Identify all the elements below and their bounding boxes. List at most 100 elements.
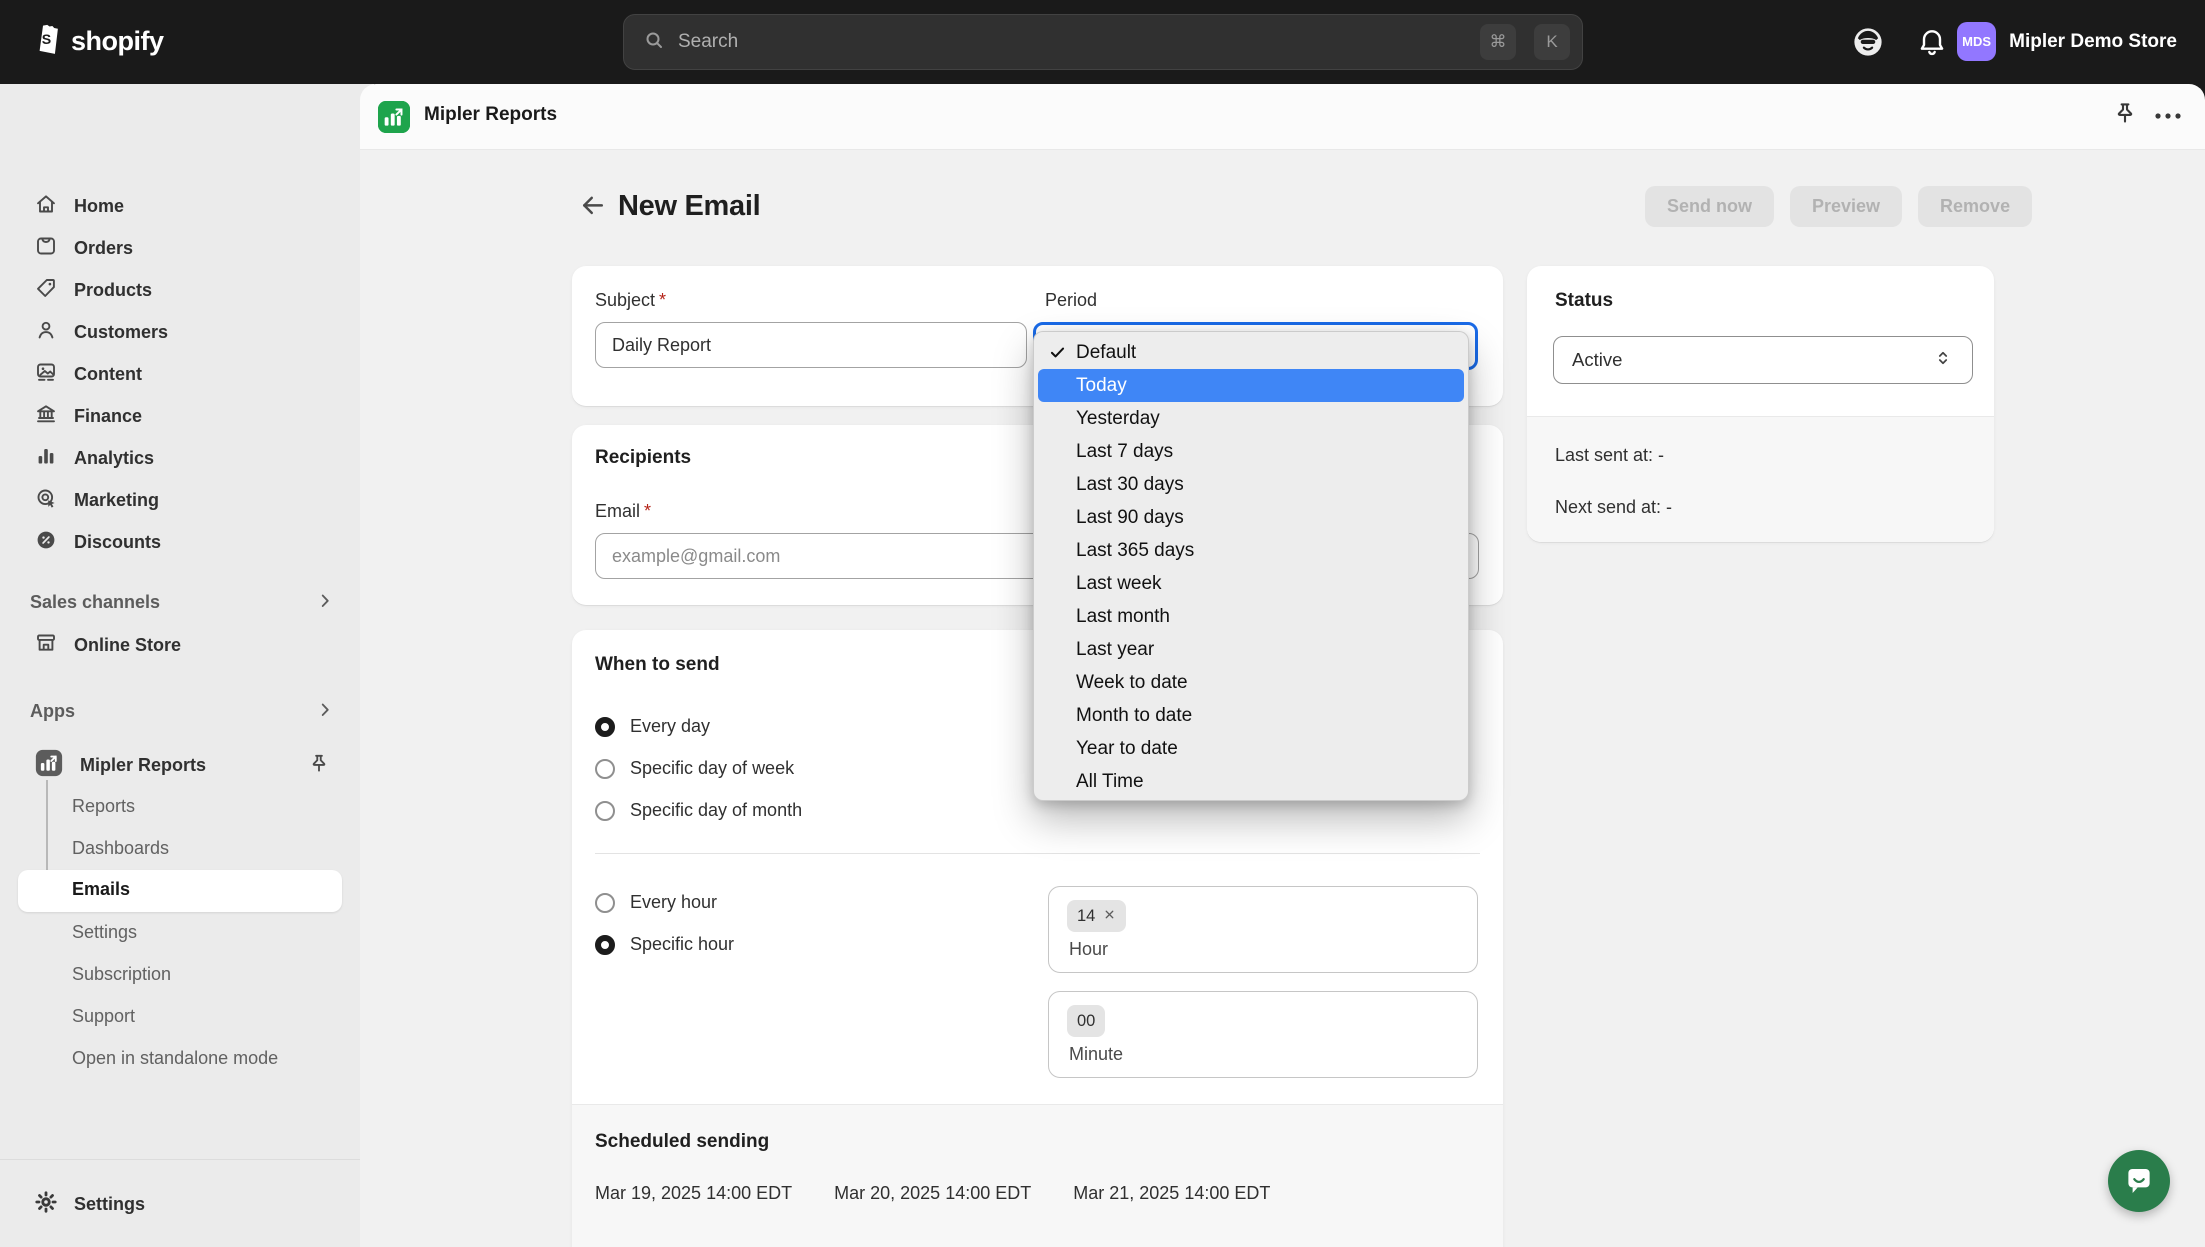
page-title: New Email [618, 190, 760, 223]
period-option-last-week[interactable]: Last week [1038, 567, 1464, 600]
period-dropdown: Default Today Yesterday Last 7 days Last… [1033, 331, 1469, 801]
period-option-last-month[interactable]: Last month [1038, 600, 1464, 633]
home-icon [34, 192, 58, 221]
shopify-logo: S shopify [28, 20, 164, 63]
radio-off-icon [595, 801, 615, 821]
divider [595, 853, 1480, 854]
svg-text:S: S [42, 32, 51, 48]
period-option-all-time[interactable]: All Time [1038, 765, 1464, 798]
screen: S shopify ⌘ K MDS Mipler Demo Store Home [0, 0, 2205, 1247]
bank-icon [34, 402, 58, 431]
sidekick-icon[interactable] [1849, 23, 1887, 61]
radio-specific-hour[interactable]: Specific hour [595, 934, 734, 955]
sidebar-subitem-emails[interactable]: Emails [18, 870, 342, 912]
status-select[interactable]: Active [1553, 336, 1973, 384]
sidebar-subitem-reports[interactable]: Reports [72, 796, 135, 817]
search-input[interactable] [678, 31, 1462, 53]
sidebar-item-content[interactable]: Content [12, 353, 348, 395]
sidebar-item-analytics[interactable]: Analytics [12, 437, 348, 479]
topbar: S shopify ⌘ K MDS Mipler Demo Store [0, 0, 2205, 84]
minute-field[interactable]: 00 Minute [1048, 991, 1478, 1078]
subject-input[interactable] [595, 322, 1027, 368]
send-now-button[interactable]: Send now [1645, 186, 1774, 227]
period-option-last-365-days[interactable]: Last 365 days [1038, 534, 1464, 567]
status-title: Status [1555, 290, 1613, 312]
when-to-send-title: When to send [595, 654, 720, 676]
person-icon [34, 318, 58, 347]
chevron-right-icon[interactable] [314, 699, 336, 726]
pin-icon[interactable] [2110, 100, 2140, 135]
chat-widget-button[interactable] [2108, 1150, 2170, 1212]
period-option-week-to-date[interactable]: Week to date [1038, 666, 1464, 699]
period-option-last-90-days[interactable]: Last 90 days [1038, 501, 1464, 534]
sidebar-item-finance[interactable]: Finance [12, 395, 348, 437]
sidebar-subitem-support[interactable]: Support [72, 1006, 135, 1027]
sidebar-item-discounts[interactable]: Discounts [12, 521, 348, 563]
close-icon[interactable] [1103, 907, 1116, 926]
back-button[interactable] [578, 186, 612, 226]
period-option-today[interactable]: Today [1038, 369, 1464, 402]
sidebar-subitem-dashboards[interactable]: Dashboards [72, 838, 169, 859]
gear-icon [34, 1190, 58, 1219]
shopify-bag-icon: S [28, 20, 62, 63]
minute-field-label: Minute [1069, 1044, 1123, 1065]
last-sent-text: Last sent at: - [1555, 445, 1664, 466]
radio-specific-day-of-month[interactable]: Specific day of month [595, 800, 802, 821]
period-option-last-30-days[interactable]: Last 30 days [1038, 468, 1464, 501]
scheduled-date: Mar 19, 2025 14:00 EDT [595, 1183, 792, 1204]
sidebar-item-settings[interactable]: Settings [12, 1183, 348, 1225]
sidebar-item-online-store[interactable]: Online Store [12, 624, 348, 666]
radio-off-icon [595, 893, 615, 913]
select-chevrons-icon [1932, 347, 1954, 374]
hour-tag: 14 [1067, 900, 1126, 932]
store-avatar: MDS [1957, 22, 1996, 61]
period-option-last-year[interactable]: Last year [1038, 633, 1464, 666]
apps-header[interactable]: Apps [30, 701, 75, 722]
sidebar-item-orders[interactable]: Orders [12, 227, 348, 269]
radio-every-hour[interactable]: Every hour [595, 892, 717, 913]
orders-icon [34, 234, 58, 263]
search-icon [642, 28, 666, 57]
percent-badge-icon [34, 528, 58, 557]
sidebar-subitem-subscription[interactable]: Subscription [72, 964, 171, 985]
period-option-year-to-date[interactable]: Year to date [1038, 732, 1464, 765]
notifications-bell-icon[interactable] [1913, 23, 1951, 61]
preview-button[interactable]: Preview [1790, 186, 1902, 227]
next-send-text: Next send at: - [1555, 497, 1672, 518]
shopify-wordmark: shopify [71, 26, 164, 57]
sales-channels-header[interactable]: Sales channels [30, 592, 160, 613]
radio-every-day[interactable]: Every day [595, 716, 710, 737]
account-menu[interactable]: MDS Mipler Demo Store [1957, 22, 2177, 61]
sidebar-item-marketing[interactable]: Marketing [12, 479, 348, 521]
sidebar-subitem-open-standalone[interactable]: Open in standalone mode [72, 1048, 278, 1069]
kbd-cmd: ⌘ [1480, 24, 1516, 60]
hour-field[interactable]: 14 Hour [1048, 886, 1478, 973]
minute-tag: 00 [1067, 1005, 1105, 1037]
bar-chart-icon [34, 444, 58, 473]
period-option-month-to-date[interactable]: Month to date [1038, 699, 1464, 732]
sidebar-item-home[interactable]: Home [12, 185, 348, 227]
radio-on-icon [595, 717, 615, 737]
global-search[interactable]: ⌘ K [623, 14, 1583, 70]
radio-specific-day-of-week[interactable]: Specific day of week [595, 758, 794, 779]
app-header [360, 84, 2205, 150]
sidebar-subitem-settings[interactable]: Settings [72, 922, 137, 943]
status-card-footer: Last sent at: - Next send at: - [1527, 416, 1994, 542]
remove-button[interactable]: Remove [1918, 186, 2032, 227]
period-option-default[interactable]: Default [1038, 336, 1464, 369]
radio-off-icon [595, 759, 615, 779]
radio-on-icon [595, 935, 615, 955]
sidebar-item-products[interactable]: Products [12, 269, 348, 311]
hour-field-label: Hour [1069, 939, 1108, 960]
scheduled-date: Mar 21, 2025 14:00 EDT [1073, 1183, 1270, 1204]
subject-label: Subject* [595, 290, 666, 311]
sidebar-footer: Settings [0, 1159, 374, 1247]
more-menu-icon[interactable] [2152, 108, 2184, 129]
target-icon [34, 486, 58, 515]
chevron-right-icon[interactable] [314, 590, 336, 617]
period-option-last-7-days[interactable]: Last 7 days [1038, 435, 1464, 468]
sidebar-item-customers[interactable]: Customers [12, 311, 348, 353]
pin-icon[interactable] [306, 752, 332, 783]
period-option-yesterday[interactable]: Yesterday [1038, 402, 1464, 435]
page-actions: Send now Preview Remove [1645, 186, 2032, 227]
